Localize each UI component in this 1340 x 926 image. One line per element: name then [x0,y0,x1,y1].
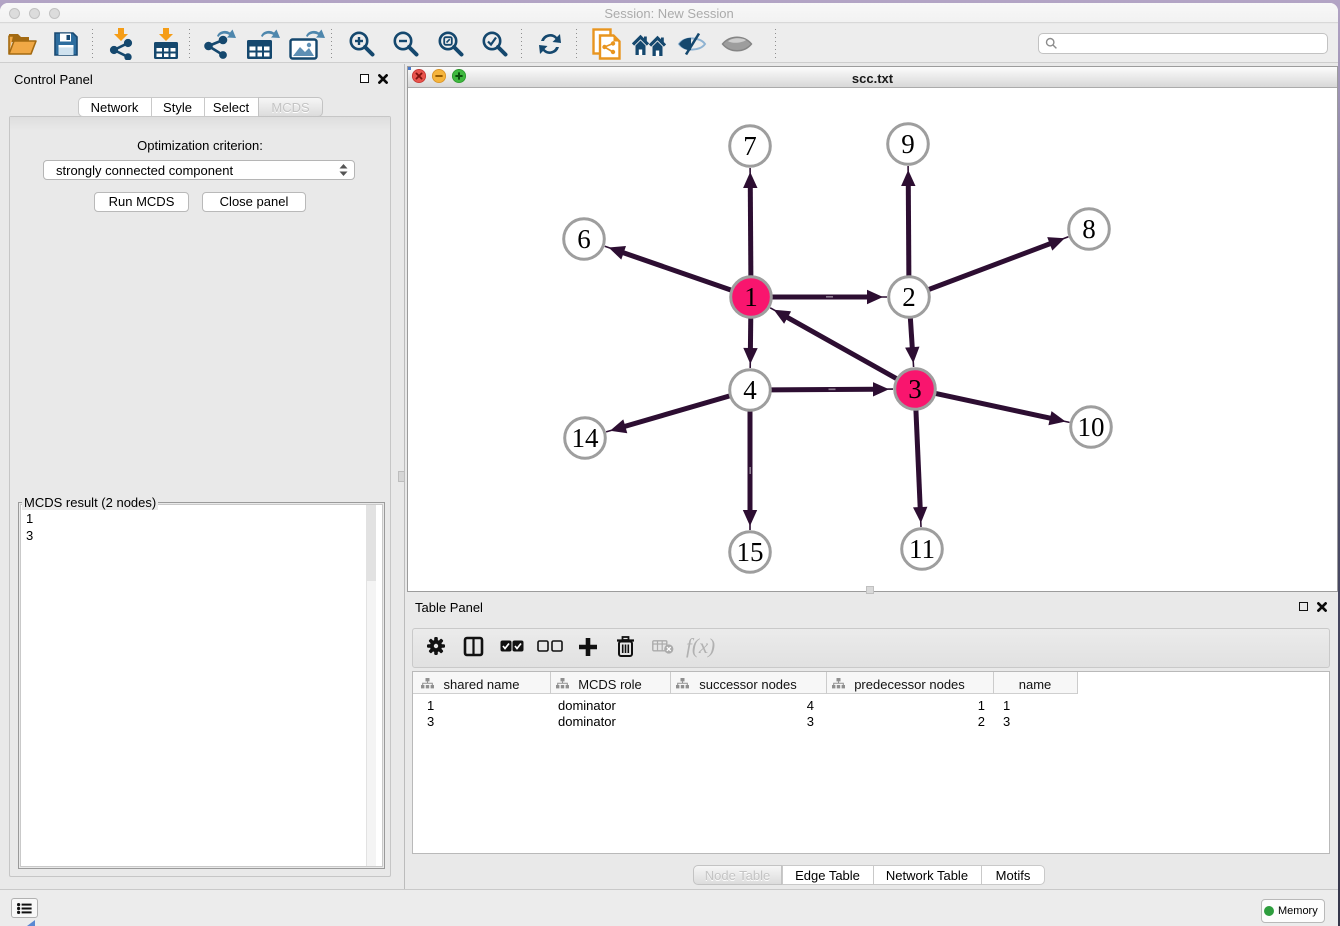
svg-text:2: 2 [902,282,916,312]
svg-text:4: 4 [743,375,757,405]
svg-text:10: 10 [1078,412,1105,442]
svg-text:14: 14 [572,423,600,453]
svg-text:8: 8 [1082,214,1096,244]
svg-text:1: 1 [744,282,758,312]
svg-text:6: 6 [577,224,591,254]
svg-text:3: 3 [908,374,922,404]
svg-text:9: 9 [901,129,915,159]
svg-text:11: 11 [909,534,935,564]
svg-text:7: 7 [743,131,757,161]
svg-text:15: 15 [737,537,764,567]
